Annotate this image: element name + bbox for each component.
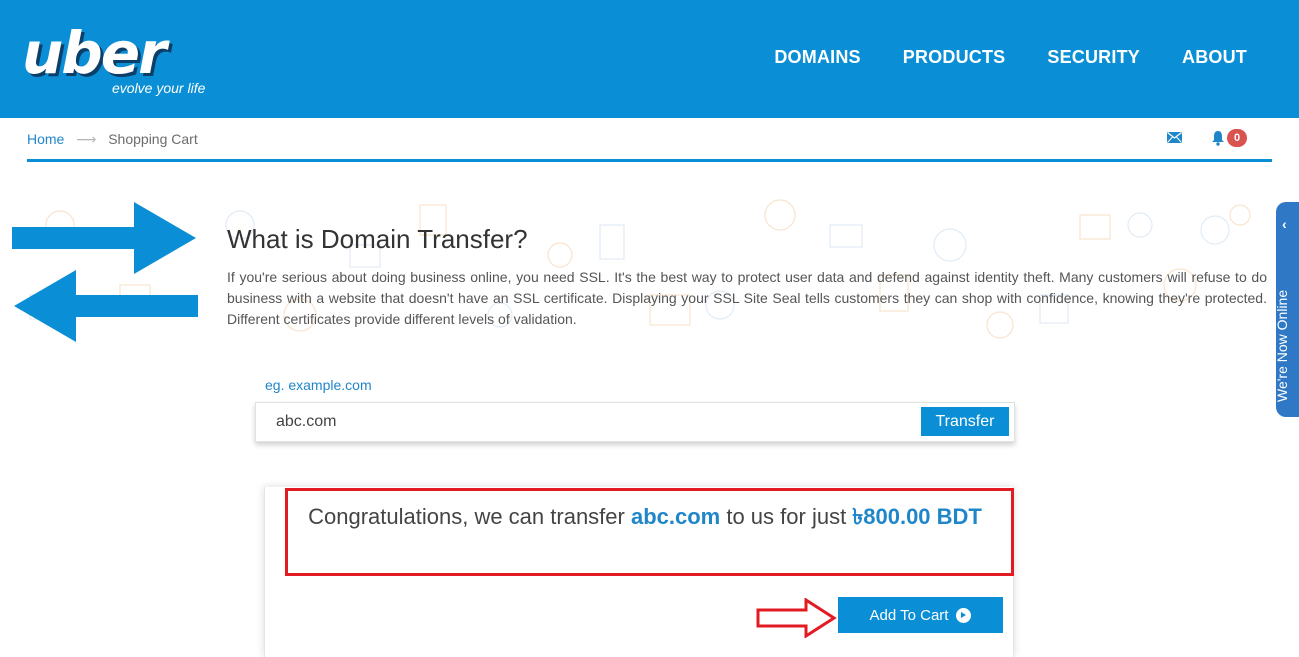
bell-icon [1212,131,1224,146]
site-header: uber evolve your life DOMAINS PRODUCTS S… [0,0,1299,118]
logo-wordmark: uber [22,19,167,87]
live-chat-tab[interactable]: ‹ We're Now Online [1274,202,1299,417]
result-prefix: Congratulations, we can transfer [308,504,631,529]
notifications-button[interactable]: 0 [1211,128,1248,148]
breadcrumb-arrow-icon: ⟶ [76,131,97,147]
nav-about[interactable]: ABOUT [1182,47,1247,68]
page-title: What is Domain Transfer? [227,224,528,254]
intro-description: If you're serious about doing business o… [227,269,1267,327]
result-middle: to us for just [720,504,853,529]
chevron-left-icon: ‹ [1282,216,1287,232]
notification-count-badge: 0 [1227,129,1248,147]
nav-products[interactable]: PRODUCTS [903,47,1006,68]
pointer-arrow-icon [756,598,837,638]
uber-logo[interactable]: uber evolve your life [22,22,222,102]
nav-domains[interactable]: DOMAINS [774,47,860,68]
nav-security[interactable]: SECURITY [1047,47,1140,68]
live-chat-label: We're Now Online [1274,289,1290,402]
result-domain: abc.com [630,504,721,529]
domain-search-box: Transfer [255,402,1015,442]
transfer-arrows-icon [12,202,198,342]
breadcrumb: Home ⟶ Shopping Cart [27,131,198,148]
envelope-icon[interactable] [1167,132,1182,143]
main-nav: DOMAINS PRODUCTS SECURITY ABOUT [774,47,1247,68]
breadcrumb-home-link[interactable]: Home [27,131,64,147]
domain-input[interactable] [276,409,876,435]
circle-arrow-right-icon [956,607,972,623]
transfer-button[interactable]: Transfer [921,407,1009,436]
breadcrumb-bar: Home ⟶ Shopping Cart 0 [27,118,1272,162]
logo-tagline: evolve your life [112,80,206,96]
input-example-hint: eg. example.com [265,377,372,393]
add-to-cart-label: Add To Cart [869,606,949,624]
add-to-cart-button[interactable]: Add To Cart [838,597,1003,633]
result-price: ৳800.00 BDT [852,504,982,529]
breadcrumb-current: Shopping Cart [108,131,198,147]
result-message: Congratulations, we can transfer abc.com… [300,500,990,534]
